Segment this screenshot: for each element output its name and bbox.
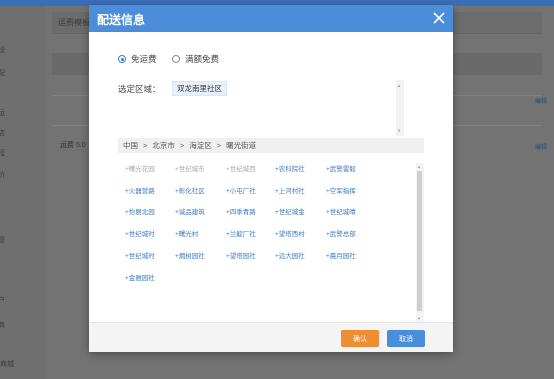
area-item[interactable]: +诚品建筑 — [175, 206, 205, 216]
area-item[interactable]: +世纪城时 — [125, 228, 155, 238]
scroll-down-icon[interactable]: ▼ — [397, 128, 401, 133]
area-item[interactable]: +空军指挥 — [326, 185, 356, 195]
area-item[interactable]: +小屯厂社 — [226, 185, 256, 195]
sidebar-item-mall[interactable]: 商城 — [0, 359, 14, 369]
sidebar-item[interactable]: 户 — [0, 295, 5, 305]
selected-region-box: 双龙南里社区 — [172, 80, 404, 136]
close-icon[interactable] — [431, 10, 447, 26]
dialog-footer: 确认 取消 — [89, 322, 453, 352]
scroll-up-icon[interactable]: ▲ — [417, 164, 421, 169]
area-item[interactable]: +望塔园社 — [226, 250, 256, 260]
area-item[interactable]: +曙光花园 — [125, 163, 155, 173]
sidebar-item[interactable]: 程 — [0, 148, 5, 158]
edit-link[interactable]: 编辑 — [535, 142, 547, 151]
area-item[interactable]: +世纪城时 — [125, 250, 155, 260]
sidebar-item[interactable]: 管 — [0, 235, 5, 245]
area-item[interactable]: +世纪城晴 — [326, 206, 356, 216]
sidebar-item[interactable]: 店 — [0, 128, 5, 138]
breadcrumb-item[interactable]: 海淀区 — [189, 140, 212, 151]
area-item[interactable]: +世纪城西 — [226, 163, 256, 173]
breadcrumb-separator: > — [216, 141, 222, 150]
scrollbar-thumb[interactable] — [417, 171, 422, 311]
area-item[interactable]: +四季青路 — [226, 206, 256, 216]
area-item[interactable]: +曙光村 — [175, 228, 198, 238]
breadcrumb-item[interactable]: 北京市 — [152, 140, 175, 151]
shipping-dialog: 配送信息 免运费 满额免费 选定区域： 双龙南里社区 ▲ ▼ 中国 > 北京市 … — [89, 5, 453, 352]
radio-label: 满额免费 — [185, 54, 220, 64]
radio-free-shipping[interactable]: 免运费 — [118, 53, 157, 65]
dialog-title: 配送信息 — [97, 13, 146, 27]
area-item[interactable]: +世纪城东 — [175, 163, 205, 173]
area-item[interactable]: +彰化社区 — [175, 185, 205, 195]
area-item[interactable]: +怡丽北园 — [125, 206, 155, 216]
sidebar-item[interactable]: 价 — [0, 170, 5, 180]
area-item[interactable]: +烟树园社 — [175, 250, 205, 260]
radio-button[interactable] — [118, 55, 126, 63]
tab-shipping-template[interactable]: 运费模板 — [58, 17, 90, 28]
radio-label: 免运费 — [131, 54, 157, 64]
scroll-down-icon[interactable]: ▼ — [417, 316, 421, 321]
area-item[interactable]: +农科院社 — [275, 163, 305, 173]
sidebar-item[interactable]: 商 — [0, 320, 5, 330]
area-item[interactable]: +世纪城金 — [275, 206, 305, 216]
dialog-header: 配送信息 — [89, 5, 453, 32]
region-scrollbar[interactable]: ▲ ▼ — [396, 80, 404, 136]
sidebar-item[interactable]: 配 — [0, 68, 5, 78]
sidebar-item[interactable]: 设 — [0, 45, 5, 55]
breadcrumb-separator: > — [143, 141, 148, 150]
breadcrumb-item: 曙光街道 — [226, 141, 257, 150]
sidebar-item[interactable]: 运 — [0, 108, 5, 118]
area-item[interactable]: +武警总部 — [326, 228, 356, 238]
breadcrumb: 中国 > 北京市 > 海淀区 > 曙光街道 — [118, 138, 424, 153]
selected-region-tag[interactable]: 双龙南里社区 — [172, 81, 227, 96]
area-item[interactable]: +晨月园社 — [326, 250, 356, 260]
radio-free-over-amount[interactable]: 满额免费 — [172, 53, 219, 65]
area-item[interactable]: +金雅园社 — [125, 272, 155, 282]
sidebar — [0, 6, 45, 379]
area-item[interactable]: +火器营路 — [125, 185, 155, 195]
edit-link[interactable]: 编辑 — [535, 96, 547, 105]
area-item[interactable]: +远大园社 — [275, 250, 305, 260]
table-row-text: 运费 5.0 — [60, 142, 86, 149]
area-item[interactable]: +上河村社 — [275, 185, 305, 195]
area-scrollbar[interactable]: ▲ ▼ — [416, 163, 424, 323]
confirm-button[interactable]: 确认 — [341, 330, 379, 347]
cancel-button[interactable]: 取消 — [387, 330, 425, 347]
breadcrumb-item[interactable]: 中国 — [123, 140, 138, 151]
area-item[interactable]: +望塔西村 — [275, 228, 305, 238]
region-label: 选定区域： — [118, 84, 161, 94]
radio-button[interactable] — [172, 55, 180, 63]
area-item[interactable]: +武警雷毅 — [326, 163, 356, 173]
scroll-up-icon[interactable]: ▲ — [397, 83, 401, 88]
breadcrumb-separator: > — [179, 141, 185, 150]
area-item[interactable]: +兰靛厂社 — [226, 228, 256, 238]
